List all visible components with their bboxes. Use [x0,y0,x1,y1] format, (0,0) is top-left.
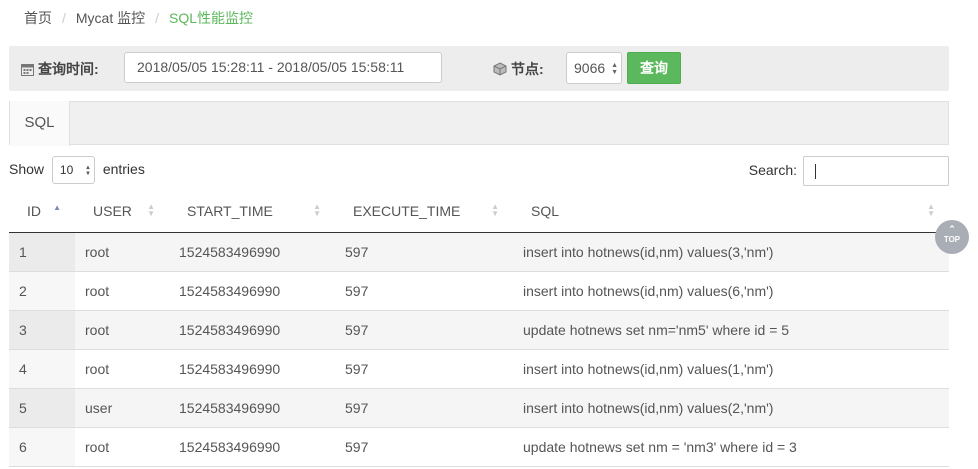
breadcrumb: 首页 / Mycat 监控 / SQL性能监控 [24,8,253,28]
sort-both-icon: ▲ ▼ [927,202,935,218]
back-to-top-button[interactable]: ⌃ TOP [935,220,969,254]
table-row: 4 root 1524583496990 597 insert into hot… [9,349,949,389]
cell-execute-time: 597 [335,427,513,467]
search-input[interactable] [803,156,949,187]
sort-both-icon: ▲ ▼ [491,202,499,218]
table-row: 3 root 1524583496990 597 update hotnews … [9,310,949,350]
column-header-execute-time[interactable]: EXECUTE_TIME ▲ ▼ [335,190,513,233]
table-header-row: ID ▲ USER ▲ ▼ START_TIME ▲ ▼ EXECUTE_TIME ▲ ▼ S… [9,190,949,233]
node-select[interactable]: 9066 ▲ ▼ [566,52,622,84]
time-label: 查询时间: [38,61,99,77]
cell-start-time: 1524583496990 [169,232,335,272]
node-select-value: 9066 [574,60,606,76]
table-row: 1 root 1524583496990 597 insert into hot… [9,232,949,272]
cell-execute-time: 597 [335,310,513,350]
cell-sql: update hotnews set nm='nm5' where id = 5 [513,310,949,350]
cell-execute-time: 597 [335,388,513,428]
breadcrumb-home-link[interactable]: 首页 [24,10,52,26]
cell-id: 2 [9,271,75,311]
node-label: 节点: [511,61,544,77]
cell-sql: insert into hotnews(id,nm) values(6,'nm'… [513,271,949,311]
cell-start-time: 1524583496990 [169,349,335,389]
column-header-start-time[interactable]: START_TIME ▲ ▼ [169,190,335,233]
node-label-group: 节点: [493,59,544,79]
cell-id: 4 [9,349,75,389]
back-to-top-label: TOP [943,235,961,244]
cell-execute-time: 597 [335,349,513,389]
sql-table: ID ▲ USER ▲ ▼ START_TIME ▲ ▼ EXECUTE_TIME ▲ ▼ S… [9,190,949,467]
cell-user: root [75,427,169,467]
cell-sql: update hotnews set nm = 'nm3' where id =… [513,427,949,467]
cell-id: 6 [9,427,75,467]
cell-user: root [75,271,169,311]
query-bar: 查询时间: 2018/05/05 15:28:11 - 2018/05/05 1… [9,46,949,91]
column-header-id[interactable]: ID ▲ [9,190,75,233]
page-length-value: 10 [59,163,74,178]
breadcrumb-current: SQL性能监控 [169,10,254,26]
column-header-user[interactable]: USER ▲ ▼ [75,190,169,233]
cell-start-time: 1524583496990 [169,271,335,311]
time-range-input[interactable]: 2018/05/05 15:28:11 - 2018/05/05 15:58:1… [124,52,442,83]
query-button[interactable]: 查询 [627,52,681,84]
select-arrows-icon: ▲ ▼ [84,165,91,178]
cell-sql: insert into hotnews(id,nm) values(2,'nm'… [513,388,949,428]
cell-id: 1 [9,232,75,272]
cell-user: root [75,349,169,389]
cell-start-time: 1524583496990 [169,388,335,428]
select-arrows-icon: ▲ ▼ [611,62,618,76]
tab-sql[interactable]: SQL [10,101,70,146]
entries-label: entries [102,161,145,177]
page-length-select[interactable]: 10 ▲ ▼ [51,156,95,185]
cell-execute-time: 597 [335,232,513,272]
breadcrumb-mycat-link[interactable]: Mycat 监控 [76,10,145,26]
cell-start-time: 1524583496990 [169,310,335,350]
calendar-icon [21,63,34,79]
cell-id: 5 [9,388,75,428]
text-caret [815,164,816,180]
table-row: 5 user 1524583496990 597 insert into hot… [9,388,949,428]
table-row: 6 root 1524583496990 597 update hotnews … [9,427,949,467]
show-label: Show [9,161,45,177]
cell-user: root [75,232,169,272]
sort-asc-icon: ▲ [53,203,61,212]
search-label: Search: [748,162,797,178]
cell-user: user [75,388,169,428]
cell-id: 3 [9,310,75,350]
sort-both-icon: ▲ ▼ [147,202,155,218]
sort-both-icon: ▲ ▼ [313,202,321,218]
cell-start-time: 1524583496990 [169,427,335,467]
search-group: Search: [748,155,949,187]
cube-icon [493,62,507,79]
chevron-up-icon: ⌃ [948,224,956,234]
time-label-group: 查询时间: [21,59,99,79]
table-row: 2 root 1524583496990 597 insert into hot… [9,271,949,311]
cell-execute-time: 597 [335,271,513,311]
tab-bar: SQL [9,101,949,146]
column-header-sql[interactable]: SQL ▲ ▼ [513,190,949,233]
breadcrumb-separator: / [155,10,160,26]
cell-sql: insert into hotnews(id,nm) values(3,'nm'… [513,232,949,272]
breadcrumb-separator: / [62,10,66,26]
show-entries: Show 10 ▲ ▼ entries [9,155,145,185]
cell-user: root [75,310,169,350]
cell-sql: insert into hotnews(id,nm) values(1,'nm'… [513,349,949,389]
